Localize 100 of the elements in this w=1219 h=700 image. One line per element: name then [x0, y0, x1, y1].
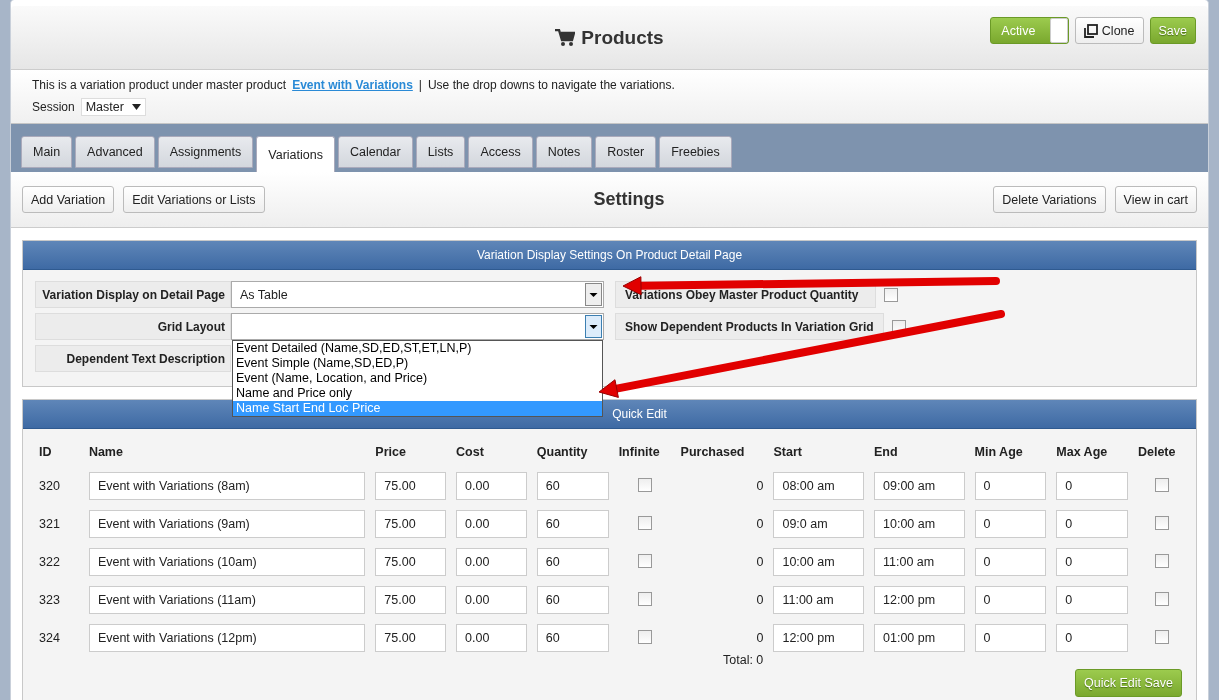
checkbox[interactable]: [884, 287, 898, 302]
tab[interactable]: Main: [21, 136, 73, 168]
dropdown-icon: [585, 315, 602, 338]
column-header: Price: [375, 444, 407, 461]
column-header: Infinite: [618, 444, 661, 461]
column-header: Quantity: [536, 444, 589, 461]
tab[interactable]: Assignments: [157, 136, 254, 168]
select-field[interactable]: As Table: [231, 281, 604, 308]
panel-header: Variation Display Settings On Product Detail Page: [23, 241, 1196, 270]
tab[interactable]: Advanced: [75, 136, 155, 168]
price-field[interactable]: 75.00: [375, 586, 447, 614]
end-field[interactable]: 10:00 am: [874, 510, 965, 538]
name-field[interactable]: Event with Variations (11am): [88, 586, 366, 614]
copy-icon: [1083, 23, 1098, 38]
cost-field[interactable]: 0.00: [456, 624, 527, 652]
min-age-field[interactable]: 0: [974, 548, 1047, 576]
column-header: Purchased: [680, 444, 746, 461]
session-label: Session: [32, 99, 75, 114]
max-age-field[interactable]: 0: [1056, 472, 1128, 500]
end-field[interactable]: 12:00 pm: [874, 586, 965, 614]
tab[interactable]: Access: [468, 136, 533, 168]
info-text: This is a variation product under master product: [32, 77, 287, 92]
price-field[interactable]: 75.00: [375, 510, 447, 538]
cost-field[interactable]: 0.00: [456, 586, 527, 614]
name-field[interactable]: Event with Variations (10am): [88, 548, 366, 576]
quantity-field[interactable]: 60: [536, 472, 609, 500]
cost-field[interactable]: 0.00: [456, 472, 527, 500]
max-age-field[interactable]: 0: [1056, 510, 1128, 538]
name-field[interactable]: Event with Variations (9am): [88, 510, 366, 538]
field-label: Variation Display on Detail Page: [35, 281, 231, 308]
tab[interactable]: Calendar: [337, 136, 413, 168]
row-id: 323: [39, 593, 60, 607]
max-age-field[interactable]: 0: [1056, 624, 1128, 652]
column-header: Cost: [456, 444, 485, 461]
quantity-field[interactable]: 60: [536, 510, 609, 538]
section-title: Settings: [592, 189, 666, 210]
info-text: Use the drop downs to navigate the variations.: [427, 77, 675, 92]
toolbar-button[interactable]: Delete Variations: [993, 186, 1106, 213]
start-field[interactable]: 09:0 am: [773, 510, 865, 538]
tab[interactable]: Freebies: [659, 136, 732, 168]
checkbox[interactable]: [1155, 553, 1169, 568]
tab[interactable]: Notes: [535, 136, 593, 168]
max-age-field[interactable]: 0: [1056, 548, 1128, 576]
clone-button[interactable]: Clone: [1074, 17, 1144, 44]
name-field[interactable]: Event with Variations (8am): [88, 472, 366, 500]
toolbar-button[interactable]: Add Variation: [22, 186, 115, 213]
column-header: Name: [88, 444, 124, 461]
tab[interactable]: Roster: [595, 136, 657, 168]
min-age-field[interactable]: 0: [974, 472, 1047, 500]
dropdown-icon: [585, 283, 602, 306]
row-id: 324: [39, 631, 60, 645]
option-label: Show Dependent Products In Variation Grid: [615, 313, 884, 340]
start-field[interactable]: 11:00 am: [773, 586, 865, 614]
max-age-field[interactable]: 0: [1056, 586, 1128, 614]
min-age-field[interactable]: 0: [974, 586, 1047, 614]
start-field[interactable]: 10:00 am: [773, 548, 865, 576]
checkbox[interactable]: [1155, 515, 1169, 530]
purchased-count: 0: [756, 593, 764, 607]
separator: |: [418, 77, 422, 92]
checkbox[interactable]: [637, 477, 652, 492]
start-field[interactable]: 12:00 pm: [773, 624, 865, 652]
checkbox[interactable]: [1155, 629, 1169, 644]
checkbox[interactable]: [1155, 591, 1169, 606]
cost-field[interactable]: 0.00: [456, 510, 527, 538]
master-product-link[interactable]: Event with Variations: [292, 77, 413, 92]
page-title: Products: [555, 26, 664, 49]
checkbox[interactable]: [637, 591, 652, 606]
min-age-field[interactable]: 0: [974, 624, 1047, 652]
min-age-field[interactable]: 0: [974, 510, 1047, 538]
select-field[interactable]: [231, 313, 604, 340]
total-text: Total: 0: [723, 653, 764, 667]
toolbar-button[interactable]: Edit Variations or Lists: [123, 186, 265, 213]
purchased-count: 0: [756, 555, 764, 569]
session-select[interactable]: Master: [80, 97, 146, 116]
end-field[interactable]: 09:00 am: [874, 472, 965, 500]
checkbox[interactable]: [1155, 477, 1169, 492]
start-field[interactable]: 08:00 am: [773, 472, 865, 500]
quantity-field[interactable]: 60: [536, 586, 609, 614]
cost-field[interactable]: 0.00: [456, 548, 527, 576]
purchased-count: 0: [756, 517, 764, 531]
price-field[interactable]: 75.00: [375, 548, 447, 576]
end-field[interactable]: 11:00 am: [874, 548, 965, 576]
name-field[interactable]: Event with Variations (12pm): [88, 624, 366, 652]
tab[interactable]: Variations: [256, 136, 335, 172]
quantity-field[interactable]: 60: [536, 548, 609, 576]
tab[interactable]: Lists: [415, 136, 466, 168]
price-field[interactable]: 75.00: [375, 624, 447, 652]
field-label: Grid Layout: [35, 313, 231, 340]
column-header: Min Age: [974, 444, 1024, 461]
column-header: Start: [773, 444, 803, 461]
checkbox[interactable]: [637, 515, 652, 530]
checkbox[interactable]: [637, 553, 652, 568]
price-field[interactable]: 75.00: [375, 472, 447, 500]
row-id: 321: [39, 517, 60, 531]
quantity-field[interactable]: 60: [536, 624, 609, 652]
purchased-count: 0: [756, 631, 764, 645]
toolbar-button[interactable]: View in cart: [1114, 186, 1197, 213]
column-header: End: [874, 444, 899, 461]
checkbox[interactable]: [637, 629, 652, 644]
end-field[interactable]: 01:00 pm: [874, 624, 965, 652]
